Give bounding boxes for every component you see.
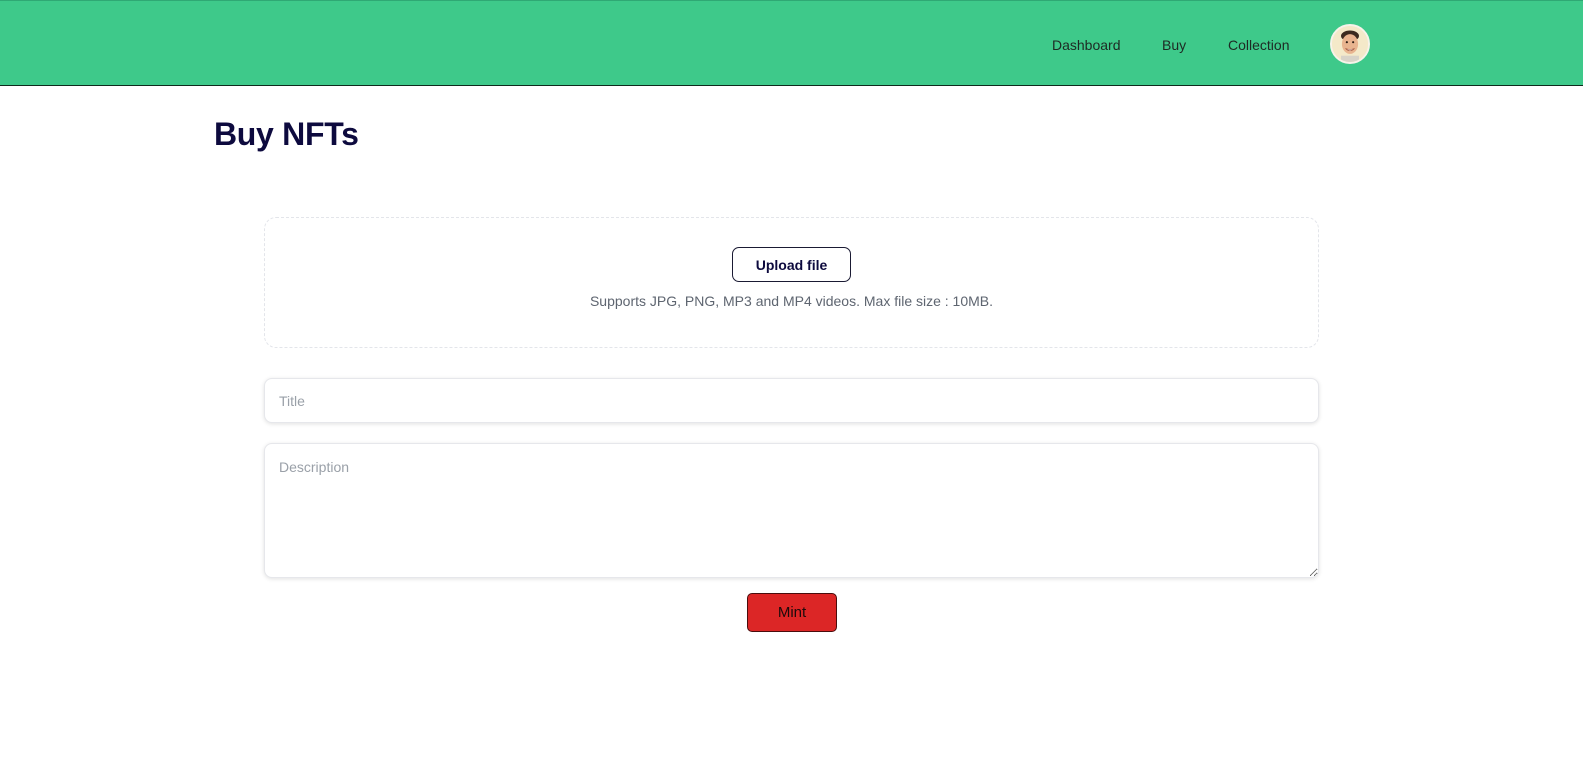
user-avatar-image [1332, 26, 1368, 62]
user-avatar-icon[interactable] [1330, 24, 1370, 64]
title-input[interactable] [264, 378, 1319, 423]
upload-hint-text: Supports JPG, PNG, MP3 and MP4 videos. M… [589, 293, 994, 309]
page-title: Buy NFTs [214, 116, 359, 152]
top-navbar: Dashboard Buy Collection [0, 0, 1583, 86]
nav-link-dashboard[interactable]: Dashboard [1052, 37, 1121, 53]
description-textarea[interactable] [264, 443, 1319, 578]
upload-file-button[interactable]: Upload file [732, 247, 851, 282]
nav-link-buy[interactable]: Buy [1162, 37, 1186, 53]
upload-dropzone[interactable] [264, 217, 1319, 348]
mint-button[interactable]: Mint [747, 593, 837, 632]
nav-link-collection[interactable]: Collection [1228, 37, 1289, 53]
